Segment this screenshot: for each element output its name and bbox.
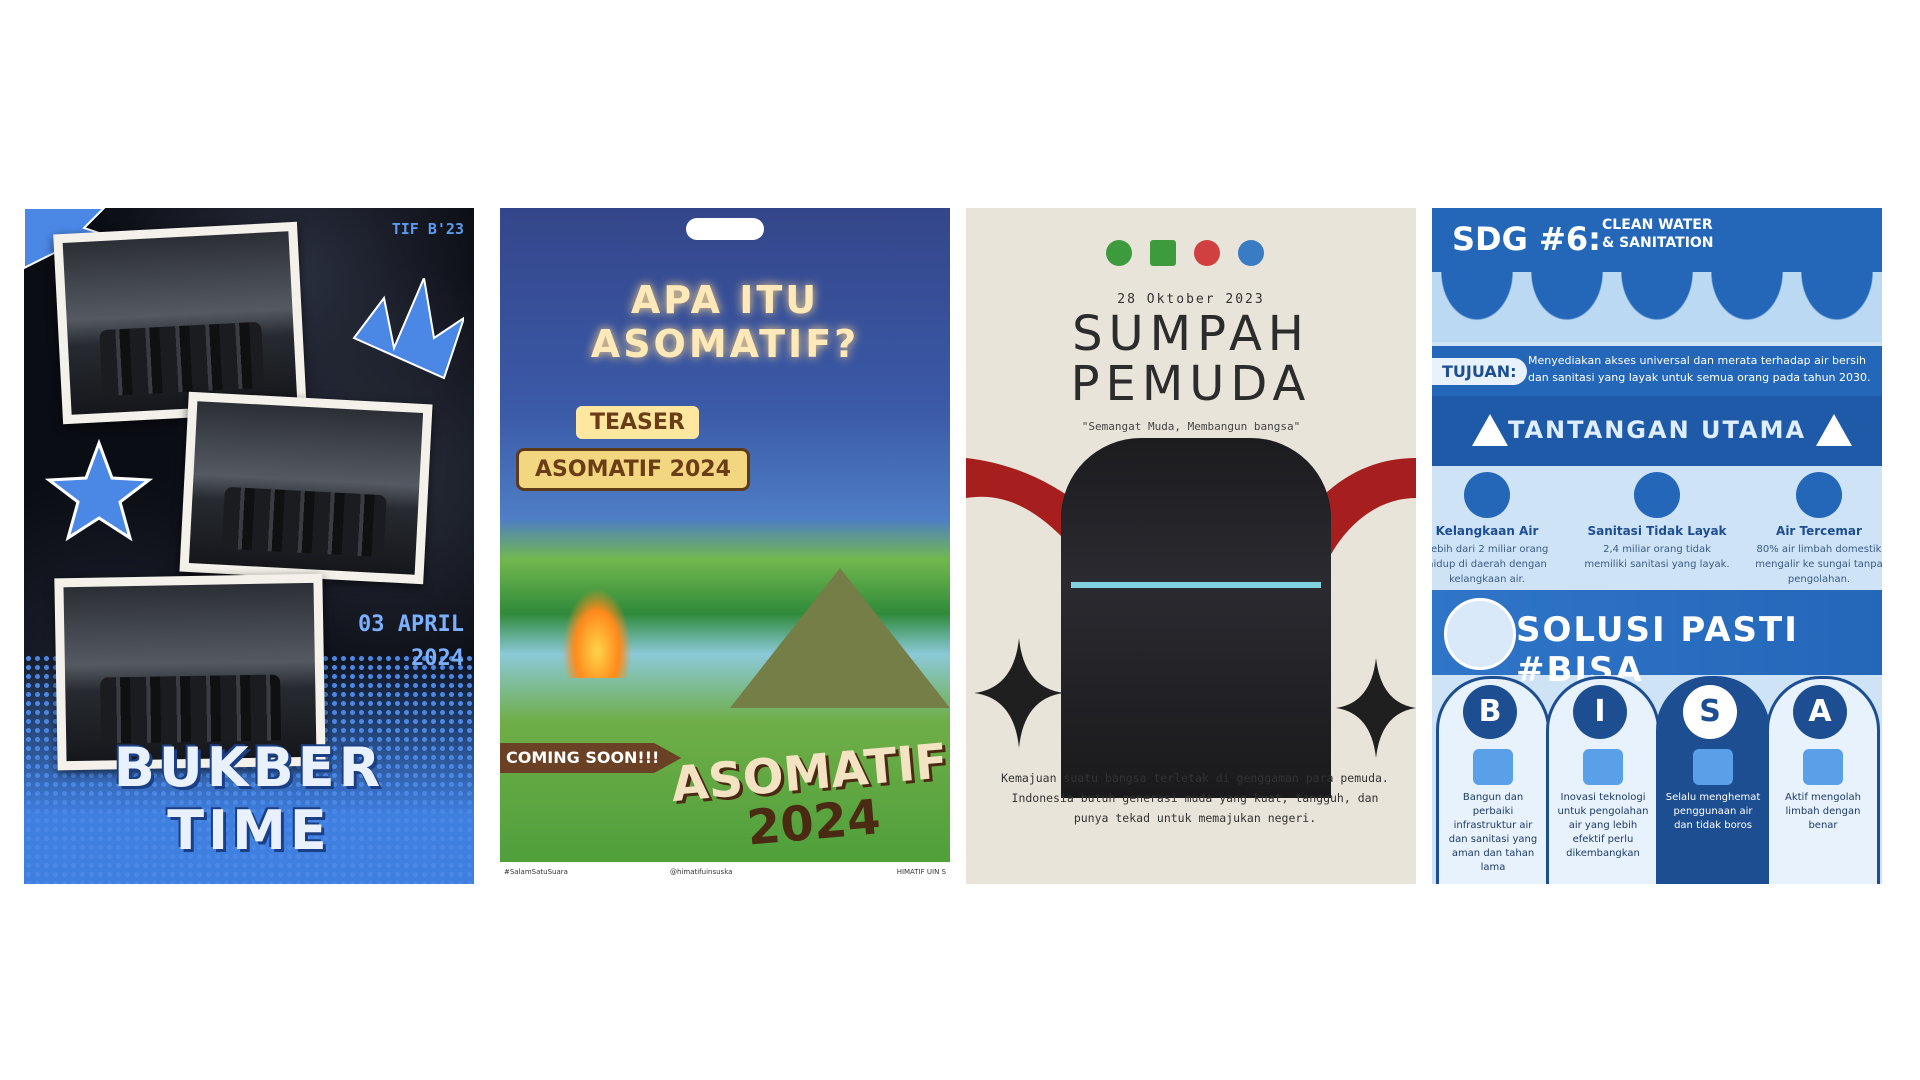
wave-decoration [1432, 272, 1882, 342]
challenge-desc: 2,4 miliar orang tidak memiliki sanitasi… [1584, 544, 1730, 570]
challenge-name: Sanitasi Tidak Layak [1587, 524, 1727, 538]
coming-soon-sign: COMING SOON!!! [500, 743, 682, 773]
challenge-desc: 80% air limbah domestik mengalir ke sung… [1755, 544, 1882, 585]
solution-icon [1444, 598, 1516, 670]
challenge-title: TANTANGAN UTAMA [1507, 416, 1807, 444]
water-scarcity-icon [1464, 472, 1510, 518]
group-photo [53, 221, 307, 425]
solution-column: A Aktif mengolah limbah dengan benar [1766, 676, 1880, 884]
body-paragraph: Kemajuan suatu bangsa terletak di gengga… [1001, 771, 1389, 825]
class-tag: TIF B'23 [391, 220, 464, 238]
group-photo [1061, 438, 1331, 798]
solution-desc: Inovasi teknologi untuk pengolahan air y… [1557, 792, 1649, 859]
challenge-desc: Lebih dari 2 miliar orang hidup di daera… [1432, 544, 1549, 585]
solution-band: SOLUSI PASTI #BISA [1432, 590, 1882, 690]
teaser-subtitle: ASOMATIF 2024 [516, 448, 750, 491]
title-line-2: PEMUDA [1070, 356, 1312, 412]
sdg-subtitle: CLEAN WATER & SANITATION [1602, 216, 1714, 252]
poster-sumpah-pemuda[interactable]: 28 Oktober 2023 SUMPAH PEMUDA "Semangat … [966, 208, 1416, 884]
polluted-water-icon [1796, 472, 1842, 518]
challenge-item: Kelangkaan Air Lebih dari 2 miliar orang… [1432, 472, 1562, 587]
poster-footer: #SalamSatuSuara @himatifuinsuska HIMATIF… [500, 862, 950, 884]
spike-shape [352, 278, 464, 380]
solution-column: B Bangun dan perbaiki infrastruktur air … [1436, 676, 1550, 884]
event-date: 03 APRIL 2024 [358, 608, 464, 676]
date-day: 03 APRIL [358, 612, 464, 637]
goal-text: Menyediakan akses universal dan merata t… [1528, 354, 1871, 384]
solution-column: S Selalu menghemat penggunaan air dan ti… [1656, 676, 1770, 884]
sdg-subtitle-line1: CLEAN WATER [1602, 217, 1713, 233]
technology-icon [1583, 749, 1623, 785]
challenge-name: Air Tercemar [1776, 524, 1862, 538]
solution-desc: Bangun dan perbaiki infrastruktur air da… [1448, 792, 1538, 873]
goal-label: TUJUAN: [1432, 358, 1527, 385]
solution-letter: I [1573, 685, 1627, 739]
solution-letter: S [1683, 685, 1737, 739]
header-band: SDG #6: CLEAN WATER & SANITATION [1432, 208, 1882, 272]
event-title: ASOMATIF 2024 [669, 733, 950, 860]
save-water-icon [1693, 749, 1733, 785]
poster-bukber-time[interactable]: TIF B'23 03 APRIL 2024 BUKBER TIME [24, 208, 474, 884]
teaser-label: TEASER [576, 406, 699, 439]
solution-column: I Inovasi teknologi untuk pengolahan air… [1546, 676, 1660, 884]
solution-letter: A [1793, 685, 1847, 739]
solution-desc: Aktif mengolah limbah dengan benar [1785, 792, 1861, 831]
poster-title: BUKBER TIME [113, 736, 385, 862]
group-photo [179, 391, 433, 585]
infrastructure-icon [1473, 749, 1513, 785]
campfire-illustration [562, 588, 632, 678]
org-logos [1106, 240, 1264, 266]
star-shape [44, 438, 154, 542]
warning-icon [1816, 414, 1852, 446]
recycle-icon [1803, 749, 1843, 785]
goal-band: TUJUAN: Menyediakan akses universal dan … [1432, 346, 1882, 396]
footer-handle: @himatifuinsuska [670, 868, 733, 876]
date-year: 2024 [411, 646, 464, 671]
sanitation-icon [1634, 472, 1680, 518]
footer-org: HIMATIF UIN S [896, 868, 946, 876]
question-title: APA ITU ASOMATIF? [590, 278, 860, 366]
poster-sdg6[interactable]: SDG #6: CLEAN WATER & SANITATION TUJUAN:… [1432, 208, 1882, 884]
tent-illustration [730, 568, 950, 708]
challenge-item: Air Tercemar 80% air limbah domestik men… [1744, 472, 1882, 587]
challenge-band: TANTANGAN UTAMA [1432, 396, 1882, 466]
event-date: 28 Oktober 2023 [1117, 292, 1265, 307]
challenge-item: Sanitasi Tidak Layak 2,4 miliar orang ti… [1582, 472, 1732, 572]
org-logos [686, 218, 764, 240]
sdg-subtitle-line2: & SANITATION [1602, 235, 1714, 251]
solution-letter: B [1463, 685, 1517, 739]
sparkle-icon [974, 638, 1064, 748]
challenge-name: Kelangkaan Air [1435, 524, 1539, 538]
poster-asomatif[interactable]: APA ITU ASOMATIF? TEASER ASOMATIF 2024 C… [500, 208, 950, 884]
sparkle-icon [1336, 658, 1416, 758]
footer-hashtag: #SalamSatuSuara [504, 868, 568, 876]
title-line-1: SUMPAH [1072, 306, 1310, 362]
sdg-title: SDG #6: [1452, 220, 1601, 258]
solution-desc: Selalu menghemat penggunaan air dan tida… [1665, 792, 1761, 831]
